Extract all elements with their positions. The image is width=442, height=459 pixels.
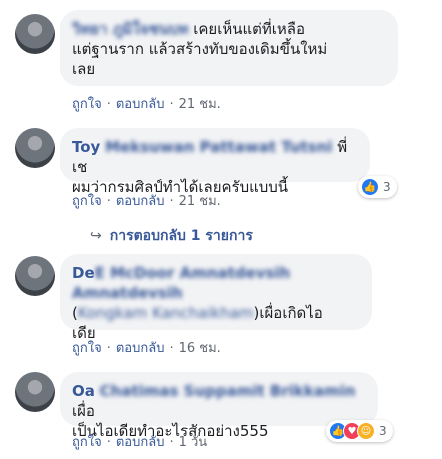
comment-time[interactable]: 1 วัน [179,435,208,450]
reply-link[interactable]: ตอบกลับ [116,341,165,356]
comment-author[interactable]: Oa [72,382,95,400]
mention-link[interactable]: Kongkam Kanchaikham [78,304,254,322]
reply-arrow-icon: ↪ [90,228,102,244]
comment-author-blurred[interactable]: Meksuwan Pattawat Tutsni [105,138,332,156]
comment-actions: ถูกใจ · ตอบกลับ · 16 ชม. [72,341,221,356]
comment-text-line2: แต่ฐานราก แล้วสร้างทับของเดิมขึ้นใหม่ [72,40,328,58]
reaction-count: 3 [383,180,391,194]
comment-text-line2: เผื่อเกิดไอ [259,304,323,322]
comment-actions: ถูกใจ · ตอบกลับ · 21 ชม. [72,194,221,209]
haha-icon: ☺ [357,422,375,440]
comment-text-line1: เผื่อ [72,402,95,420]
like-icon: 👍 [361,178,379,196]
avatar[interactable] [15,372,55,412]
comment-bubble: Toy Meksuwan Pattawat Tutsni พี่เช ผมว่า… [60,128,370,196]
mention-open-paren: ( [72,304,78,322]
reply-link[interactable]: ตอบกลับ [116,435,165,450]
comment-bubble: DeE McDoor Amnatdevsih Amnatdevsih (Kong… [60,254,372,342]
like-link[interactable]: ถูกใจ [72,435,102,450]
comment-author[interactable]: De [72,264,95,282]
comment-time[interactable]: 16 ชม. [179,341,221,356]
comment-author-blurred[interactable]: Chatimas Suppamit Brikkamin [100,382,356,400]
reactions-summary[interactable]: 👍 ♥ ☺ 3 [326,420,393,442]
reactions-summary[interactable]: 👍 3 [358,176,397,198]
comment-text-line3: เลย [72,60,96,78]
reaction-count: 3 [379,424,387,438]
reply-link[interactable]: ตอบกลับ [116,97,165,112]
comment-author[interactable]: Toy [72,138,100,156]
like-link[interactable]: ถูกใจ [72,194,102,209]
view-replies-label[interactable]: การตอบกลับ 1 รายการ [110,228,253,244]
comment-bubble: วิทยา ภูมิใจชนบท เคยเห็นแต่ที่เหลือ แต่ฐ… [60,10,398,86]
avatar[interactable] [15,14,55,54]
reply-link[interactable]: ตอบกลับ [116,194,165,209]
avatar[interactable] [15,256,55,296]
avatar[interactable] [15,128,55,168]
comment-author-blurred[interactable]: E McDoor Amnatdevsih Amnatdevsih [72,264,290,302]
comment-actions: ถูกใจ · ตอบกลับ · 1 วัน [72,435,208,450]
comment-time[interactable]: 21 ชม. [179,194,221,209]
comment-author[interactable]: วิทยา ภูมิใจชนบท [72,20,188,38]
view-replies-link[interactable]: ↪ การตอบกลับ 1 รายการ [90,225,253,247]
like-link[interactable]: ถูกใจ [72,341,102,356]
comment-actions: ถูกใจ · ตอบกลับ · 21 ชม. [72,97,221,112]
comment-time[interactable]: 21 ชม. [179,97,221,112]
comment-text-line1: เคยเห็นแต่ที่เหลือ [193,20,305,38]
like-link[interactable]: ถูกใจ [72,97,102,112]
comment-bubble: Oa Chatimas Suppamit Brikkamin เผื่อ เป็… [60,372,378,440]
